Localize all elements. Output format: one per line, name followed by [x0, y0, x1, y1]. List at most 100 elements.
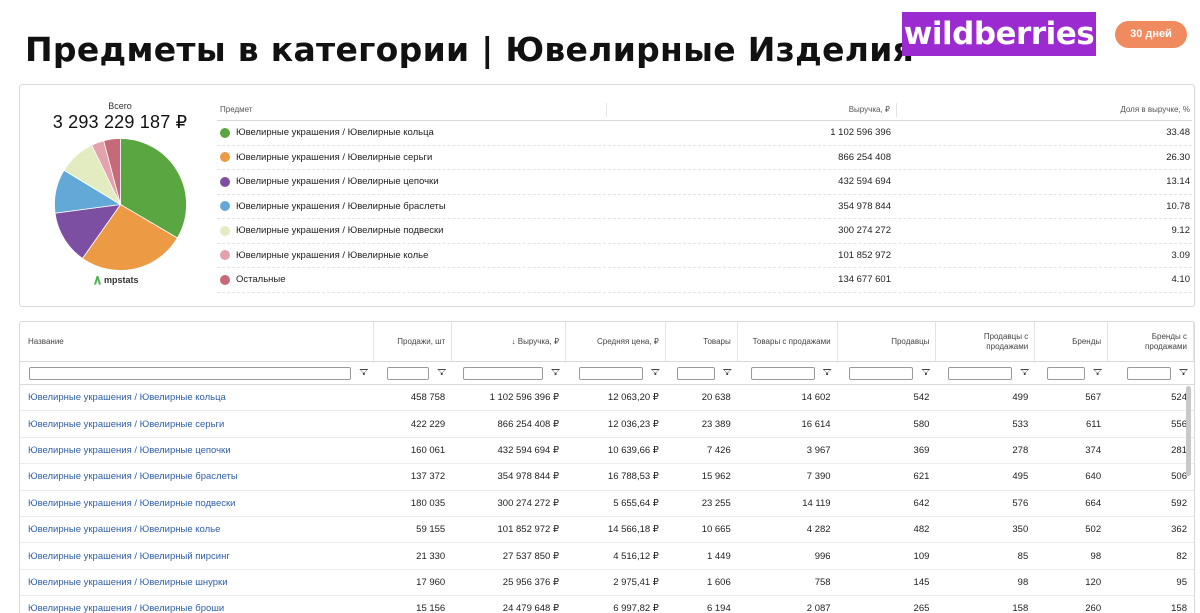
table-row[interactable]: Ювелирные украшения / Ювелирные шнурки 17…	[20, 570, 1194, 597]
cell-sellers: 265	[913, 603, 930, 613]
filter-icon[interactable]	[723, 369, 732, 377]
table-row[interactable]: Ювелирные украшения / Ювелирные кольца 45…	[20, 385, 1194, 412]
cell-brands: 640	[1085, 471, 1102, 483]
subject-link[interactable]: Ювелирные украшения / Ювелирные цепочки	[20, 445, 374, 456]
column-header-sellers-with-sales[interactable]: Продавцы с продажами	[936, 322, 1036, 361]
filter-input-items-with-sales[interactable]	[750, 366, 815, 380]
subject-link[interactable]: Ювелирные украшения / Ювелирные колье	[20, 524, 374, 535]
column-header-sellers[interactable]: Продавцы	[838, 322, 937, 361]
filter-icon[interactable]	[1093, 369, 1102, 377]
subject-link[interactable]: Ювелирные украшения / Ювелирные браслеты	[20, 471, 374, 482]
filter-icon[interactable]	[437, 369, 446, 377]
cell-items: 1 449	[706, 550, 731, 562]
cell-sellers-with-sales: 278	[1012, 444, 1029, 456]
table-row[interactable]: Ювелирные украшения / Ювелирные серьги 42…	[20, 411, 1194, 438]
subject-link[interactable]: Ювелирные украшения / Ювелирные подвески	[20, 498, 374, 509]
cell-sellers-with-sales: 533	[1012, 418, 1029, 430]
cell-items-with-sales: 4 282	[806, 524, 831, 536]
share-name: Ювелирные украшения / Ювелирные колье	[236, 249, 429, 261]
table-scrollbar[interactable]	[1186, 386, 1191, 476]
cell-sellers-with-sales: 576	[1012, 497, 1029, 509]
cell-brands: 260	[1085, 603, 1102, 613]
filter-icon[interactable]	[651, 369, 660, 377]
column-header-revenue[interactable]: ↓ Выручка, ₽	[452, 322, 567, 361]
share-row[interactable]: Ювелирные украшения / Ювелирные кольца 1 …	[217, 121, 1192, 146]
cell-sales: 160 061	[410, 444, 446, 456]
share-name: Ювелирные украшения / Ювелирные браслеты	[236, 200, 446, 212]
cell-sales: 137 372	[410, 471, 446, 483]
cell-sellers: 145	[913, 576, 930, 588]
share-name-cell: Ювелирные украшения / Ювелирные колье	[217, 250, 607, 261]
column-header-name[interactable]: Название	[20, 322, 375, 361]
total-label: Всего	[108, 101, 132, 111]
share-percent: 26.30	[1166, 151, 1190, 163]
column-header-items[interactable]: Товары	[666, 322, 738, 361]
column-header-sales[interactable]: Продажи, шт	[374, 322, 453, 361]
filter-input-sales[interactable]	[387, 366, 430, 380]
cell-revenue: 432 594 694 ₽	[497, 444, 560, 456]
share-row[interactable]: Остальные 134 677 601 4.10	[217, 268, 1192, 293]
period-badge[interactable]: 30 дней	[1115, 21, 1187, 48]
filter-icon[interactable]	[359, 369, 368, 377]
filter-icon[interactable]	[921, 369, 930, 377]
filter-icon[interactable]	[1179, 369, 1188, 377]
filter-input-brands[interactable]	[1047, 366, 1086, 380]
table-row[interactable]: Ювелирные украшения / Ювелирные колье 59 …	[20, 517, 1194, 544]
subject-link[interactable]: Ювелирные украшения / Ювелирные шнурки	[20, 577, 374, 588]
share-name-cell: Остальные	[217, 274, 607, 285]
column-header-avg-price[interactable]: Средняя цена, ₽	[566, 322, 666, 361]
table-row[interactable]: Ювелирные украшения / Ювелирный пирсинг 2…	[20, 543, 1194, 570]
share-percent: 4.10	[1171, 274, 1191, 286]
subject-link[interactable]: Ювелирные украшения / Ювелирные кольца	[20, 392, 374, 403]
subject-link[interactable]: Ювелирные украшения / Ювелирный пирсинг	[20, 551, 374, 562]
filter-input-sellers[interactable]	[849, 366, 914, 380]
share-table: Предмет Выручка, ₽ Доля в выручке, % Юве…	[217, 99, 1192, 293]
cell-items: 6 194	[706, 603, 731, 613]
column-header-brands[interactable]: Бренды	[1035, 322, 1109, 361]
filter-cell-items	[666, 362, 738, 384]
filter-icon[interactable]	[1020, 369, 1029, 377]
cell-sellers: 369	[913, 444, 930, 456]
share-row[interactable]: Ювелирные украшения / Ювелирные колье 101…	[217, 244, 1192, 268]
cell-avg-price: 16 788,53 ₽	[607, 471, 659, 483]
table-row[interactable]: Ювелирные украшения / Ювелирные цепочки 1…	[20, 438, 1194, 465]
table-row[interactable]: Ювелирные украшения / Ювелирные броши 15 …	[20, 596, 1194, 613]
filter-input-name[interactable]	[29, 366, 352, 380]
share-percent: 10.78	[1166, 200, 1190, 212]
filter-input-sellers-with-sales[interactable]	[948, 366, 1013, 380]
cell-sales: 15 156	[416, 603, 446, 613]
share-name: Ювелирные украшения / Ювелирные цепочки	[236, 176, 439, 188]
share-row[interactable]: Ювелирные украшения / Ювелирные браслеты…	[217, 195, 1192, 219]
cell-brands: 567	[1085, 392, 1102, 404]
total-value: 3 293 229 187 ₽	[52, 112, 188, 132]
cell-revenue: 24 479 648 ₽	[502, 603, 560, 613]
filter-input-revenue[interactable]	[463, 366, 544, 380]
table-row[interactable]: Ювелирные украшения / Ювелирные браслеты…	[20, 464, 1194, 491]
filter-icon[interactable]	[551, 369, 560, 377]
cell-brands-with-sales: 556	[1171, 418, 1187, 430]
column-header-brands-with-sales[interactable]: Бренды с продажами	[1108, 322, 1194, 361]
subject-link[interactable]: Ювелирные украшения / Ювелирные броши	[20, 603, 374, 613]
table-row[interactable]: Ювелирные украшения / Ювелирные подвески…	[20, 491, 1194, 517]
filter-cell-name	[20, 362, 374, 384]
cell-items: 10 665	[701, 524, 731, 536]
share-revenue: 866 254 408	[838, 151, 891, 163]
filter-input-brands-with-sales[interactable]	[1126, 366, 1171, 380]
share-name-cell: Ювелирные украшения / Ювелирные цепочки	[217, 176, 607, 187]
column-header-items-with-sales[interactable]: Товары с продажами	[738, 322, 838, 361]
cell-sellers-with-sales: 495	[1012, 471, 1029, 483]
share-row[interactable]: Ювелирные украшения / Ювелирные серьги 86…	[217, 146, 1192, 170]
legend-dot	[220, 225, 230, 236]
share-row[interactable]: Ювелирные украшения / Ювелирные подвески…	[217, 219, 1192, 244]
cell-sellers: 109	[913, 550, 930, 562]
subject-link[interactable]: Ювелирные украшения / Ювелирные серьги	[20, 419, 374, 430]
filter-cell-items-with-sales	[738, 362, 838, 384]
cell-sellers-with-sales: 98	[1017, 576, 1029, 588]
cell-sellers-with-sales: 350	[1012, 524, 1029, 536]
filter-icon[interactable]	[823, 369, 832, 377]
filter-input-avg-price[interactable]	[578, 366, 643, 380]
share-row[interactable]: Ювелирные украшения / Ювелирные цепочки 4…	[217, 170, 1192, 195]
filter-cell-sellers-with-sales	[936, 362, 1035, 384]
filter-input-items[interactable]	[676, 366, 715, 380]
cell-items: 15 962	[701, 471, 731, 483]
